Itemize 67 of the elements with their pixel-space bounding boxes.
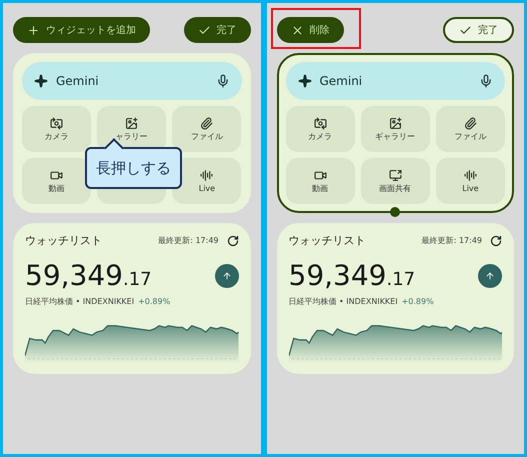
tile-label: 動画 <box>48 185 65 193</box>
shortcut-tile[interactable]: 画面共有 <box>360 158 430 204</box>
shortcut-tile[interactable]: Live <box>436 158 505 204</box>
shortcut-tile[interactable]: 動画 <box>22 158 92 204</box>
done-button[interactable]: 完了 <box>443 17 514 43</box>
gemini-search-bar[interactable]: Gemini <box>22 62 242 100</box>
gemini-search-bar[interactable]: Gemini <box>286 62 505 100</box>
last-updated: 最終更新: 17:49 <box>158 235 218 248</box>
sound-bars-icon <box>200 169 214 182</box>
index-name: 日経平均株価 • INDEXNIKKEI <box>288 296 398 308</box>
gemini-label: Gemini <box>56 73 99 90</box>
shortcut-tile[interactable]: 動画 <box>286 158 355 204</box>
camera-icon <box>50 117 64 130</box>
arrow-up-icon <box>222 270 232 280</box>
tile-label: ファイル <box>454 133 486 141</box>
tile-label: Live <box>462 185 479 193</box>
sparkle-icon <box>34 74 48 88</box>
tile-label: ファイル <box>190 133 223 141</box>
index-value: 59,349.17 <box>25 262 152 290</box>
mic-icon <box>479 74 493 88</box>
refresh-icon[interactable] <box>226 235 238 248</box>
shortcut-tile[interactable]: Live <box>172 158 242 204</box>
change-percent: +0.89% <box>402 296 434 308</box>
check-icon <box>459 24 472 36</box>
paperclip-icon <box>464 117 477 130</box>
shortcut-tile[interactable]: カメラ <box>22 106 92 152</box>
shortcut-tile[interactable]: ファイル <box>436 106 505 152</box>
video-camera-icon <box>50 169 64 182</box>
shortcut-tile[interactable]: カメラ <box>286 106 355 152</box>
change-percent: +0.89% <box>138 296 170 308</box>
shortcut-tile[interactable]: ファイル <box>172 106 242 152</box>
watchlist-title: ウォッチリスト <box>288 233 366 249</box>
tile-label: Live <box>198 185 216 193</box>
delete-button[interactable]: 削除 <box>276 17 344 43</box>
close-icon <box>290 24 304 36</box>
watchlist-title: ウォッチリスト <box>25 233 102 249</box>
paperclip-icon <box>200 117 214 130</box>
sound-bars-icon <box>464 169 477 182</box>
tile-label: 動画 <box>312 185 328 193</box>
done-button[interactable]: 完了 <box>184 17 250 43</box>
screen-share-icon <box>388 169 402 182</box>
image-icon <box>388 117 402 130</box>
tile-label: カメラ <box>44 133 69 141</box>
video-camera-icon <box>314 169 327 182</box>
mic-icon <box>216 74 230 88</box>
image-icon <box>125 117 138 130</box>
tooltip-text: 長押しする <box>96 159 171 177</box>
tile-label: カメラ <box>308 133 332 141</box>
camera-icon <box>314 117 327 130</box>
tile-label: ャラリー <box>116 133 148 141</box>
add-button[interactable]: ウィジェットを追加 <box>13 17 150 43</box>
index-value: 59,349.17 <box>288 262 416 290</box>
index-name: 日経平均株価 • INDEXNIKKEI <box>25 296 134 308</box>
gemini-label: Gemini <box>320 73 362 90</box>
tile-label: 画面共有 <box>379 185 412 193</box>
trend-up-button[interactable] <box>478 264 502 288</box>
trend-up-button[interactable] <box>214 264 238 288</box>
tile-label: ギャラリー <box>375 133 416 141</box>
sparkle-icon <box>298 74 312 88</box>
shortcut-widget[interactable]: Gemini カメラ ャラリー ファイル 動画 Live 長押しする <box>13 53 250 213</box>
plus-icon <box>27 24 40 36</box>
shortcut-tile[interactable]: ギャラリー <box>360 106 430 152</box>
check-icon <box>198 24 210 36</box>
last-updated: 最終更新: 17:49 <box>422 235 482 248</box>
resize-handle[interactable] <box>390 207 400 217</box>
refresh-icon[interactable] <box>490 235 502 248</box>
arrow-up-icon <box>485 270 495 280</box>
